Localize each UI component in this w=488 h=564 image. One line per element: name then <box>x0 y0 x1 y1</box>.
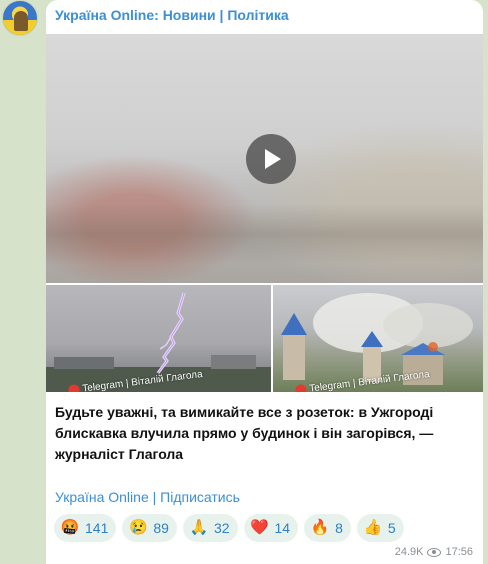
message-meta: 24.9K 17:56 <box>395 546 473 558</box>
reaction-pray[interactable]: 🙏 32 <box>182 514 238 542</box>
praying-hands-icon: 🙏 <box>189 519 209 536</box>
reaction-count: 5 <box>387 520 396 536</box>
play-icon <box>265 149 281 169</box>
message-time: 17:56 <box>445 546 473 558</box>
reaction-count: 32 <box>213 520 230 536</box>
telegram-icon <box>67 383 81 392</box>
video-blur <box>46 204 483 264</box>
avatar-figure <box>14 11 28 31</box>
subscribe-link[interactable]: Підписатись <box>160 489 240 505</box>
reaction-crying[interactable]: 😢 89 <box>122 514 177 542</box>
angry-face-icon: 🤬 <box>60 519 80 536</box>
thumbs-up-icon: 👍 <box>363 519 383 536</box>
photo-fire[interactable]: Telegram | Віталій Глагола <box>273 285 483 392</box>
reaction-fire[interactable]: 🔥 8 <box>304 514 351 542</box>
reaction-count: 141 <box>85 520 109 536</box>
video-preview[interactable] <box>46 34 483 283</box>
channel-link[interactable]: Україна Online <box>55 489 149 505</box>
reactions-bar: 🤬 141 😢 89 🙏 32 ❤️ 14 🔥 8 👍 5 <box>54 514 404 542</box>
crying-face-icon: 😢 <box>129 519 148 536</box>
footer-links: Україна Online | Підписатись <box>55 489 240 505</box>
reaction-count: 8 <box>335 520 343 536</box>
post-text: Будьте уважні, та вимикайте все з розето… <box>55 404 434 462</box>
channel-name[interactable]: Україна Online: Новини | Політика <box>55 7 289 23</box>
eye-icon <box>427 547 442 557</box>
photo-lightning[interactable]: Telegram | Віталій Глагола <box>46 285 271 392</box>
reaction-count: 14 <box>274 520 291 536</box>
fire-icon: 🔥 <box>310 519 330 536</box>
heart-icon: ❤️ <box>250 519 269 536</box>
reaction-heart[interactable]: ❤️ 14 <box>243 514 299 542</box>
reaction-angry[interactable]: 🤬 141 <box>54 514 117 542</box>
message-bubble: Україна Online: Новини | Політика Telegr… <box>46 0 483 564</box>
reaction-thumbs-up[interactable]: 👍 5 <box>356 514 404 542</box>
view-count: 24.9K <box>394 546 424 558</box>
reaction-count: 89 <box>153 520 169 536</box>
telegram-icon <box>294 383 308 392</box>
play-button[interactable] <box>246 134 296 184</box>
channel-avatar[interactable] <box>2 0 38 36</box>
footer-separator: | <box>152 489 157 505</box>
